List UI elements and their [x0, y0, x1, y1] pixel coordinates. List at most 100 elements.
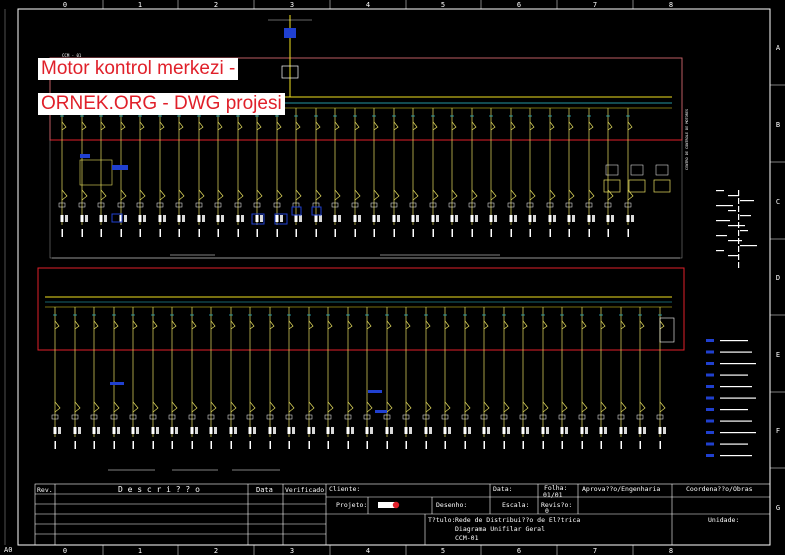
feeder-breaker — [483, 320, 489, 330]
feeder-tag — [93, 441, 95, 449]
feeder-breaker — [288, 320, 294, 330]
feeder-tag — [61, 229, 63, 237]
feeder-terminal — [448, 427, 451, 434]
feeder-tag — [451, 229, 453, 237]
incomer-breaker — [284, 28, 296, 38]
feeder-contactor — [529, 189, 536, 201]
feeder-contactor — [542, 401, 549, 413]
feeder-terminal — [533, 215, 536, 222]
feeder-breaker — [600, 320, 606, 330]
note-line — [740, 245, 757, 247]
feeder-terminal — [241, 215, 244, 222]
feeder-breaker — [386, 320, 392, 330]
feeder-contactor — [191, 401, 198, 413]
data-header: Data — [256, 486, 273, 494]
row-label: G — [776, 504, 780, 512]
feeder-breaker — [308, 320, 314, 330]
row-label: F — [776, 427, 780, 435]
legend-text — [720, 455, 752, 457]
cliente-label: Cliente: — [329, 485, 360, 493]
feeder-tag — [217, 229, 219, 237]
feeder-terminal — [80, 215, 84, 222]
column-label-top: 4 — [366, 1, 370, 9]
feeder-terminal — [117, 427, 120, 434]
feeder-terminal — [429, 427, 432, 434]
feeder-breaker — [327, 320, 333, 330]
feeder-terminal — [182, 215, 185, 222]
feeder-terminal — [175, 427, 178, 434]
feeder-terminal — [351, 427, 354, 434]
feeder-tag — [230, 441, 232, 449]
titulo-label: T?tulo: — [428, 516, 455, 524]
feeder-tag — [366, 441, 368, 449]
feeder-breaker — [373, 121, 379, 131]
feeder-terminal — [580, 427, 584, 434]
feeder-terminal — [275, 215, 279, 222]
feeder-tag — [581, 441, 583, 449]
feeder-terminal — [463, 427, 467, 434]
feeder-terminal — [455, 215, 458, 222]
feeder-breaker — [120, 121, 126, 131]
feeder-terminal — [626, 215, 630, 222]
feeder-contactor — [276, 189, 283, 201]
feeder-tag — [490, 229, 492, 237]
feeder-terminal — [611, 215, 614, 222]
legend-symbol — [706, 408, 714, 411]
feeder-breaker — [659, 320, 665, 330]
feeder-terminal — [170, 427, 174, 434]
feeder-terminal — [560, 427, 564, 434]
legend-symbol — [706, 339, 714, 342]
feeder-terminal — [565, 427, 568, 434]
feeder-tag — [210, 441, 212, 449]
feeder-tag — [393, 229, 395, 237]
legend — [706, 339, 756, 457]
feeder-tag — [483, 441, 485, 449]
overlay-title-line2: ORNEK.ORG - DWG projesi — [38, 93, 285, 115]
feeder-contactor — [412, 189, 419, 201]
feeder-tag — [412, 229, 414, 237]
feeder-terminal — [151, 427, 155, 434]
feeder-terminal — [229, 427, 233, 434]
note-line — [716, 250, 724, 252]
feeder-tag — [132, 441, 134, 449]
feeder-terminal — [255, 215, 259, 222]
feeder-contactor — [444, 401, 451, 413]
note-line — [728, 195, 739, 197]
feeder-breaker — [464, 320, 470, 330]
revisao-value: 0 — [545, 507, 549, 515]
feeder-tag — [386, 441, 388, 449]
note-line — [738, 206, 740, 212]
note-line — [738, 254, 740, 260]
column-label-top: 0 — [63, 1, 67, 9]
feeder-breaker — [54, 320, 60, 330]
note-line — [740, 200, 754, 202]
feeder-terminal — [587, 215, 591, 222]
feeder-contactor — [113, 401, 120, 413]
column-label-bottom: 3 — [290, 547, 294, 555]
feeder-breaker — [93, 320, 99, 330]
legend-symbol — [706, 373, 714, 377]
feeder-contactor — [581, 401, 588, 413]
note-line — [728, 210, 736, 212]
lower-incomer — [659, 317, 675, 343]
overlay-title-line1: Motor kontrol merkezi - — [38, 58, 239, 80]
coordenacao-label: Coordena??o/Obras — [686, 485, 753, 493]
feeder-tag — [627, 229, 629, 237]
note-line — [728, 225, 745, 227]
feeder-terminal — [312, 427, 315, 434]
feeder-terminal — [470, 215, 474, 222]
feeder-terminal — [365, 427, 369, 434]
feeder-contactor — [198, 189, 205, 201]
feeder-terminal — [112, 427, 116, 434]
feeder-contactor — [490, 189, 497, 201]
note-line — [740, 230, 748, 232]
feeder-tag — [54, 441, 56, 449]
feeder-contactor — [639, 401, 646, 413]
feeder-contactor — [464, 401, 471, 413]
feeder-tag — [315, 229, 317, 237]
column-labels-bottom: 0 1 2 3 4 5 6 7 8 — [63, 545, 673, 555]
feeder-terminal — [97, 427, 100, 434]
feeder-breaker — [334, 121, 340, 131]
feeder-contactor — [600, 401, 607, 413]
feeder-breaker — [198, 121, 204, 131]
